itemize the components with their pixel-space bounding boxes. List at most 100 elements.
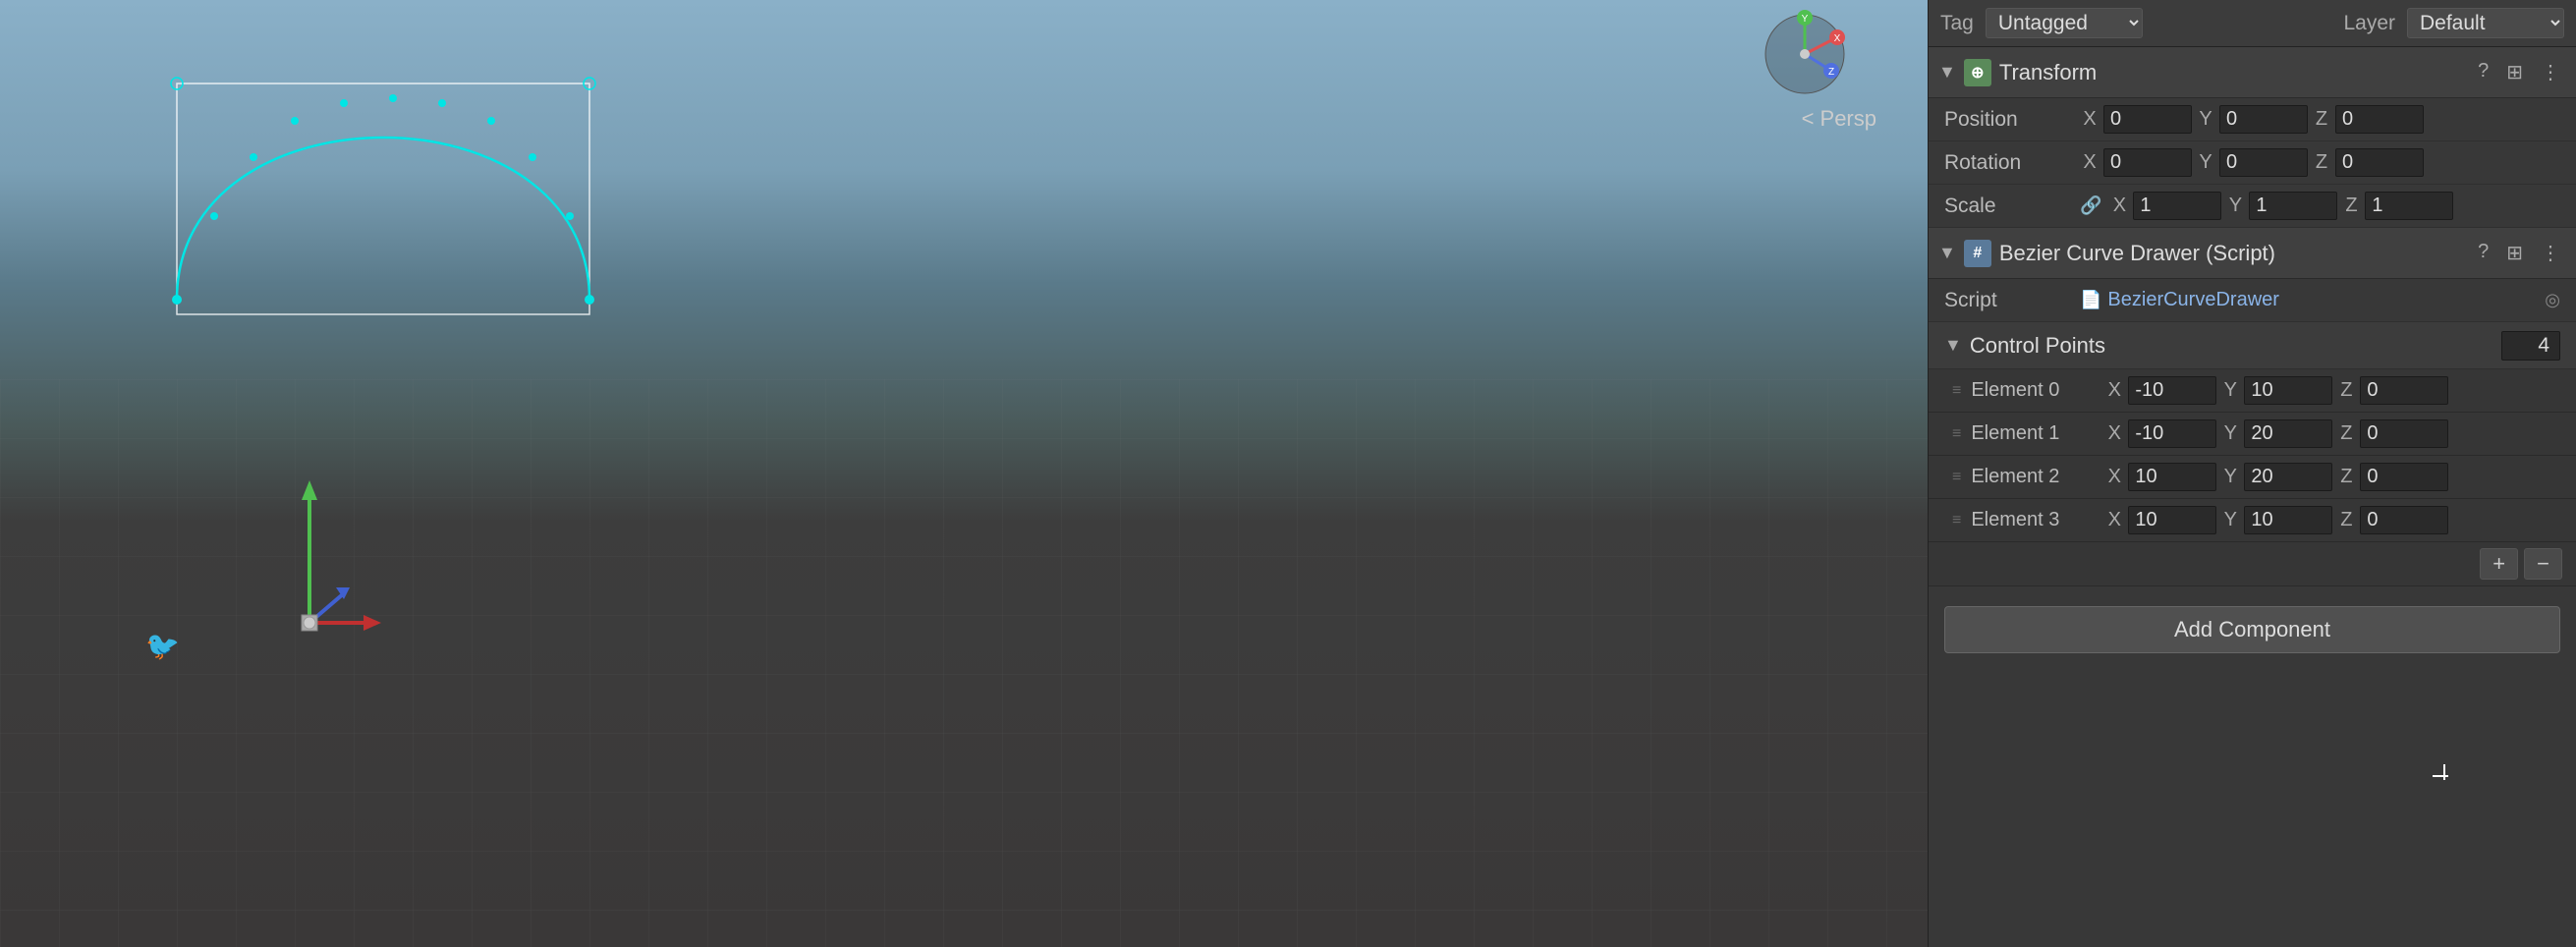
elem-y-lbl-0: Y	[2220, 379, 2240, 402]
control-points-count-input[interactable]	[2501, 331, 2560, 361]
element-row-3: ≡ Element 3 X Y Z	[1929, 499, 2576, 542]
element-row-0: ≡ Element 0 X Y Z	[1929, 369, 2576, 413]
move-gizmo[interactable]	[255, 466, 383, 642]
rotation-y-input[interactable]	[2219, 148, 2308, 177]
viewport[interactable]: Y X Z < Persp 🐦	[0, 0, 1928, 947]
script-file-icon: 📄	[2080, 290, 2101, 310]
bird-icon: 🐦	[145, 630, 180, 662]
position-x-label: X	[2080, 108, 2100, 131]
script-name: BezierCurveDrawer	[2107, 289, 2279, 311]
rotation-row: Rotation X Y Z	[1929, 141, 2576, 185]
control-points-arrow[interactable]: ▼	[1944, 335, 1962, 356]
scale-y-label: Y	[2225, 195, 2245, 217]
elem-z-0[interactable]	[2360, 376, 2448, 405]
scale-y-input[interactable]	[2249, 192, 2337, 220]
transform-icon: ⊕	[1964, 59, 1991, 86]
position-y-input[interactable]	[2219, 105, 2308, 134]
elem-z-3[interactable]	[2360, 506, 2448, 534]
elem-y-lbl-1: Y	[2220, 422, 2240, 445]
elem-x-3[interactable]	[2128, 506, 2216, 534]
script-icon: #	[1964, 240, 1991, 267]
elem-y-0[interactable]	[2244, 376, 2332, 405]
script-target-btn[interactable]: ◎	[2545, 290, 2560, 310]
rotation-label: Rotation	[1944, 151, 2072, 175]
script-help-btn[interactable]: ?	[2472, 239, 2494, 267]
elem-y-1[interactable]	[2244, 419, 2332, 448]
layer-select[interactable]: Default	[2407, 8, 2564, 38]
transform-help-btn[interactable]: ?	[2472, 58, 2494, 86]
elem-z-2[interactable]	[2360, 463, 2448, 491]
layer-label: Layer	[2343, 12, 2395, 35]
transform-collapse-arrow[interactable]: ▼	[1938, 62, 1956, 83]
elem-z-lbl-2: Z	[2336, 466, 2356, 488]
elem-label-1: Element 1	[1971, 422, 2099, 445]
position-x-input[interactable]	[2103, 105, 2192, 134]
bezier-curve-svg	[98, 39, 688, 432]
elem-drag-3: ≡	[1952, 512, 1961, 529]
rotation-y-label: Y	[2196, 151, 2215, 174]
script-title: Bezier Curve Drawer (Script)	[1999, 241, 2464, 266]
elem-x-lbl-1: X	[2104, 422, 2124, 445]
script-settings-btn[interactable]: ⊞	[2500, 239, 2529, 267]
position-xyz: X Y Z	[2080, 105, 2560, 134]
floor-grid	[0, 379, 1928, 947]
transform-more-btn[interactable]: ⋮	[2535, 58, 2566, 86]
script-more-btn[interactable]: ⋮	[2535, 239, 2566, 267]
elem-x-0[interactable]	[2128, 376, 2216, 405]
elem-xyz-2: X Y Z	[2104, 463, 2568, 491]
element-row-2: ≡ Element 2 X Y Z	[1929, 456, 2576, 499]
rotation-z-input[interactable]	[2335, 148, 2424, 177]
elem-xyz-0: X Y Z	[2104, 376, 2568, 405]
elem-x-2[interactable]	[2128, 463, 2216, 491]
rotation-x-input[interactable]	[2103, 148, 2192, 177]
transform-section-header[interactable]: ▼ ⊕ Transform ? ⊞ ⋮	[1929, 47, 2576, 98]
scale-x-label: X	[2109, 195, 2129, 217]
script-field-label: Script	[1944, 289, 2072, 312]
add-element-btn[interactable]: +	[2480, 548, 2518, 580]
scale-label: Scale	[1944, 195, 2072, 218]
rotation-xyz: X Y Z	[2080, 148, 2560, 177]
tag-select[interactable]: Untagged	[1986, 8, 2143, 38]
svg-text:Z: Z	[1828, 67, 1834, 78]
elem-z-lbl-0: Z	[2336, 379, 2356, 402]
add-remove-row: + −	[1929, 542, 2576, 586]
scale-x-input[interactable]	[2133, 192, 2221, 220]
elem-label-3: Element 3	[1971, 509, 2099, 531]
element-list: ≡ Element 0 X Y Z ≡ Element 1 X Y Z	[1929, 369, 2576, 542]
position-label: Position	[1944, 108, 2072, 132]
transform-settings-btn[interactable]: ⊞	[2500, 58, 2529, 86]
elem-label-2: Element 2	[1971, 466, 2099, 488]
elem-drag-2: ≡	[1952, 469, 1961, 486]
mouse-cursor	[2440, 772, 2448, 780]
script-section-header[interactable]: ▼ # Bezier Curve Drawer (Script) ? ⊞ ⋮	[1929, 228, 2576, 279]
elem-x-1[interactable]	[2128, 419, 2216, 448]
scale-row: Scale 🔗 X Y Z	[1929, 185, 2576, 228]
elem-y-lbl-3: Y	[2220, 509, 2240, 531]
elem-drag-0: ≡	[1952, 382, 1961, 400]
elem-y-3[interactable]	[2244, 506, 2332, 534]
position-y-label: Y	[2196, 108, 2215, 131]
elem-label-0: Element 0	[1971, 379, 2099, 402]
add-component-button[interactable]: Add Component	[1944, 606, 2560, 653]
elem-z-1[interactable]	[2360, 419, 2448, 448]
position-z-input[interactable]	[2335, 105, 2424, 134]
control-points-header[interactable]: ▼ Control Points	[1929, 322, 2576, 369]
tag-label: Tag	[1940, 12, 1974, 35]
top-bar: Tag Untagged Layer Default	[1929, 0, 2576, 47]
elem-y-2[interactable]	[2244, 463, 2332, 491]
position-row: Position X Y Z	[1929, 98, 2576, 141]
elem-xyz-1: X Y Z	[2104, 419, 2568, 448]
script-field-value[interactable]: 📄 BezierCurveDrawer ◎	[2080, 289, 2560, 311]
elem-z-lbl-1: Z	[2336, 422, 2356, 445]
position-z-label: Z	[2312, 108, 2331, 131]
remove-element-btn[interactable]: −	[2524, 548, 2562, 580]
transform-section-buttons: ? ⊞ ⋮	[2472, 58, 2566, 86]
scene-gizmo[interactable]: Y X Z	[1761, 10, 1849, 98]
elem-x-lbl-0: X	[2104, 379, 2124, 402]
script-collapse-arrow[interactable]: ▼	[1938, 243, 1956, 263]
scale-z-label: Z	[2341, 195, 2361, 217]
scale-z-input[interactable]	[2365, 192, 2453, 220]
transform-title: Transform	[1999, 60, 2464, 85]
scale-lock-icon[interactable]: 🔗	[2080, 195, 2101, 216]
rotation-z-label: Z	[2312, 151, 2331, 174]
